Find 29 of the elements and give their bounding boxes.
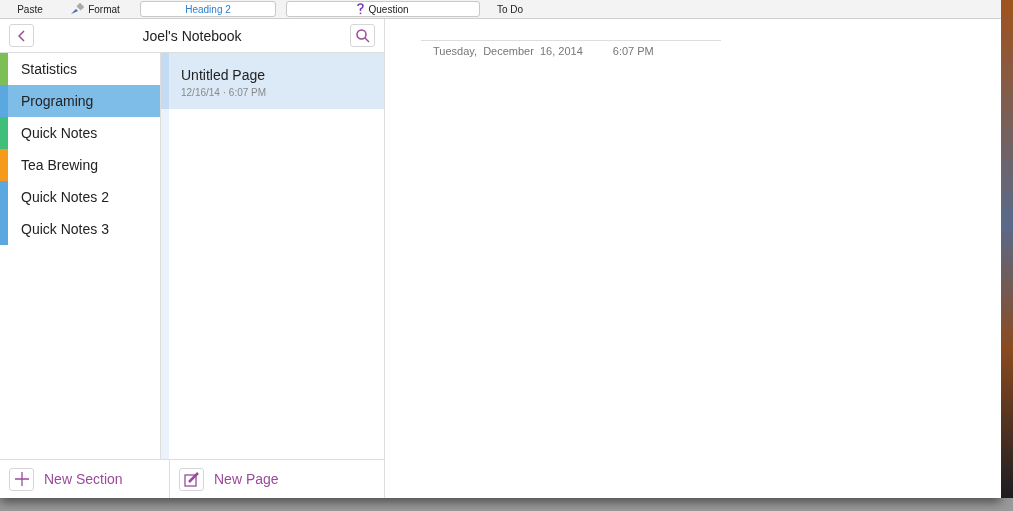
add-section-button[interactable]: [9, 467, 34, 491]
section-label: Tea Brewing: [20, 157, 99, 173]
plus-icon: [14, 472, 29, 486]
page-item[interactable]: Untitled Page 12/16/14 · 6:07 PM: [161, 53, 384, 109]
pencil-note-icon: [183, 471, 200, 487]
new-page-link[interactable]: New Page: [214, 471, 279, 487]
new-section-link[interactable]: New Section: [44, 471, 123, 487]
section-tab[interactable]: Programing: [0, 85, 160, 117]
toolbar-button[interactable]: Question: [286, 1, 480, 17]
toolbar-button[interactable]: Heading 2: [140, 1, 276, 17]
page-timestamp: 12/16/14 · 6:07 PM: [181, 87, 268, 98]
section-label: Statistics: [20, 61, 77, 77]
toolbar-button[interactable]: Paste: [10, 1, 50, 17]
paintbrush-icon: [70, 3, 85, 15]
section-label: Programing: [20, 93, 94, 109]
question-mark-icon: [357, 3, 365, 15]
toolbar-button[interactable]: To Do: [490, 1, 530, 17]
notebook-title: Joel's Notebook: [142, 27, 242, 44]
page-title: Untitled Page: [181, 67, 267, 83]
add-page-button[interactable]: [179, 467, 204, 491]
section-label: Quick Notes 3: [20, 221, 109, 237]
section-label: Quick Notes 2: [20, 189, 109, 205]
search-button[interactable]: [350, 24, 375, 47]
note-time: 6:07 PM: [612, 45, 654, 57]
toolbar-button[interactable]: Format: [60, 1, 130, 17]
note-date: Tuesday, December 16, 2014: [433, 45, 583, 57]
chevron-left-icon: [17, 29, 26, 42]
search-icon: [355, 28, 370, 43]
section-label: Quick Notes: [20, 125, 98, 141]
